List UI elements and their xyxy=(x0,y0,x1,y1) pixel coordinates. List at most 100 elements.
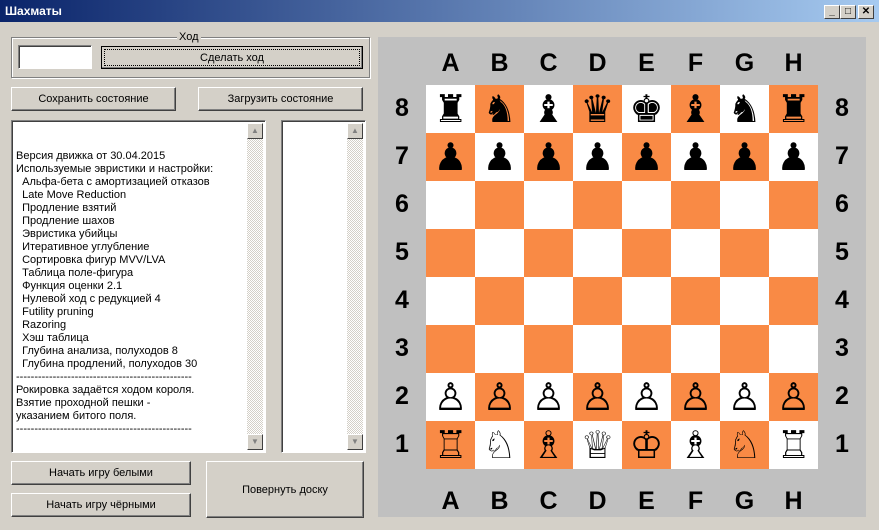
square-d3[interactable] xyxy=(573,325,622,373)
square-c2[interactable]: ♙ xyxy=(524,373,573,421)
square-b3[interactable] xyxy=(475,325,524,373)
white-knight-icon[interactable]: ♘ xyxy=(727,426,761,464)
square-g2[interactable]: ♙ xyxy=(720,373,769,421)
square-a5[interactable] xyxy=(426,229,475,277)
start-white-button[interactable]: Начать игру белыми xyxy=(11,461,191,485)
black-pawn-icon[interactable]: ♟ xyxy=(482,138,516,176)
square-f4[interactable] xyxy=(671,277,720,325)
maximize-button[interactable]: □ xyxy=(840,5,856,19)
square-c4[interactable] xyxy=(524,277,573,325)
white-rook-icon[interactable]: ♖ xyxy=(776,426,810,464)
engine-info-list[interactable]: Версия движка от 30.04.2015 Используемые … xyxy=(11,120,266,453)
scroll-down-icon[interactable]: ▼ xyxy=(247,434,263,450)
black-rook-icon[interactable]: ♜ xyxy=(776,90,810,128)
square-f3[interactable] xyxy=(671,325,720,373)
white-queen-icon[interactable]: ♕ xyxy=(580,426,614,464)
white-knight-icon[interactable]: ♘ xyxy=(482,426,516,464)
square-h6[interactable] xyxy=(769,181,818,229)
square-h1[interactable]: ♖ xyxy=(769,421,818,469)
minimize-button[interactable]: _ xyxy=(824,5,840,19)
square-h3[interactable] xyxy=(769,325,818,373)
black-pawn-icon[interactable]: ♟ xyxy=(580,138,614,176)
square-a7[interactable]: ♟ xyxy=(426,133,475,181)
black-bishop-icon[interactable]: ♝ xyxy=(531,90,565,128)
square-e5[interactable] xyxy=(622,229,671,277)
square-e4[interactable] xyxy=(622,277,671,325)
square-e1[interactable]: ♔ xyxy=(622,421,671,469)
square-c8[interactable]: ♝ xyxy=(524,85,573,133)
black-pawn-icon[interactable]: ♟ xyxy=(727,138,761,176)
square-h7[interactable]: ♟ xyxy=(769,133,818,181)
square-f7[interactable]: ♟ xyxy=(671,133,720,181)
square-e8[interactable]: ♚ xyxy=(622,85,671,133)
square-d1[interactable]: ♕ xyxy=(573,421,622,469)
load-state-button[interactable]: Загрузить состояние xyxy=(198,87,363,111)
square-c7[interactable]: ♟ xyxy=(524,133,573,181)
square-a8[interactable]: ♜ xyxy=(426,85,475,133)
square-b8[interactable]: ♞ xyxy=(475,85,524,133)
square-g4[interactable] xyxy=(720,277,769,325)
square-b5[interactable] xyxy=(475,229,524,277)
white-pawn-icon[interactable]: ♙ xyxy=(482,378,516,416)
info-scrollbar[interactable]: ▲ ▼ xyxy=(247,123,263,450)
scroll-up-icon[interactable]: ▲ xyxy=(347,123,363,139)
square-f8[interactable]: ♝ xyxy=(671,85,720,133)
black-queen-icon[interactable]: ♛ xyxy=(580,90,614,128)
square-f1[interactable]: ♗ xyxy=(671,421,720,469)
save-state-button[interactable]: Сохранить состояние xyxy=(11,87,176,111)
black-knight-icon[interactable]: ♞ xyxy=(482,90,516,128)
square-f2[interactable]: ♙ xyxy=(671,373,720,421)
square-b6[interactable] xyxy=(475,181,524,229)
white-pawn-icon[interactable]: ♙ xyxy=(580,378,614,416)
white-pawn-icon[interactable]: ♙ xyxy=(433,378,467,416)
square-h5[interactable] xyxy=(769,229,818,277)
square-b1[interactable]: ♘ xyxy=(475,421,524,469)
square-a6[interactable] xyxy=(426,181,475,229)
flip-board-button[interactable]: Повернуть доску xyxy=(206,461,364,518)
black-pawn-icon[interactable]: ♟ xyxy=(678,138,712,176)
square-c6[interactable] xyxy=(524,181,573,229)
white-rook-icon[interactable]: ♖ xyxy=(433,426,467,464)
black-bishop-icon[interactable]: ♝ xyxy=(678,90,712,128)
make-move-button[interactable]: Сделать ход xyxy=(101,46,363,69)
black-king-icon[interactable]: ♚ xyxy=(629,90,663,128)
square-d8[interactable]: ♛ xyxy=(573,85,622,133)
square-d7[interactable]: ♟ xyxy=(573,133,622,181)
moves-list[interactable]: ▲ ▼ xyxy=(281,120,366,453)
square-d6[interactable] xyxy=(573,181,622,229)
square-c3[interactable] xyxy=(524,325,573,373)
square-a1[interactable]: ♖ xyxy=(426,421,475,469)
black-pawn-icon[interactable]: ♟ xyxy=(776,138,810,176)
white-bishop-icon[interactable]: ♗ xyxy=(531,426,565,464)
white-pawn-icon[interactable]: ♙ xyxy=(629,378,663,416)
square-c1[interactable]: ♗ xyxy=(524,421,573,469)
square-d5[interactable] xyxy=(573,229,622,277)
square-h8[interactable]: ♜ xyxy=(769,85,818,133)
start-black-button[interactable]: Начать игру чёрными xyxy=(11,493,191,517)
square-e7[interactable]: ♟ xyxy=(622,133,671,181)
black-pawn-icon[interactable]: ♟ xyxy=(629,138,663,176)
close-button[interactable]: ✕ xyxy=(858,5,874,19)
square-e6[interactable] xyxy=(622,181,671,229)
square-c5[interactable] xyxy=(524,229,573,277)
square-g7[interactable]: ♟ xyxy=(720,133,769,181)
square-g6[interactable] xyxy=(720,181,769,229)
move-input[interactable] xyxy=(18,45,92,69)
black-pawn-icon[interactable]: ♟ xyxy=(531,138,565,176)
white-king-icon[interactable]: ♔ xyxy=(629,426,663,464)
square-g3[interactable] xyxy=(720,325,769,373)
moves-scrollbar[interactable]: ▲ ▼ xyxy=(347,123,363,450)
square-b7[interactable]: ♟ xyxy=(475,133,524,181)
square-f6[interactable] xyxy=(671,181,720,229)
square-a4[interactable] xyxy=(426,277,475,325)
white-bishop-icon[interactable]: ♗ xyxy=(678,426,712,464)
square-h4[interactable] xyxy=(769,277,818,325)
square-a3[interactable] xyxy=(426,325,475,373)
white-pawn-icon[interactable]: ♙ xyxy=(678,378,712,416)
black-pawn-icon[interactable]: ♟ xyxy=(433,138,467,176)
square-g8[interactable]: ♞ xyxy=(720,85,769,133)
white-pawn-icon[interactable]: ♙ xyxy=(776,378,810,416)
square-b4[interactable] xyxy=(475,277,524,325)
square-f5[interactable] xyxy=(671,229,720,277)
white-pawn-icon[interactable]: ♙ xyxy=(531,378,565,416)
